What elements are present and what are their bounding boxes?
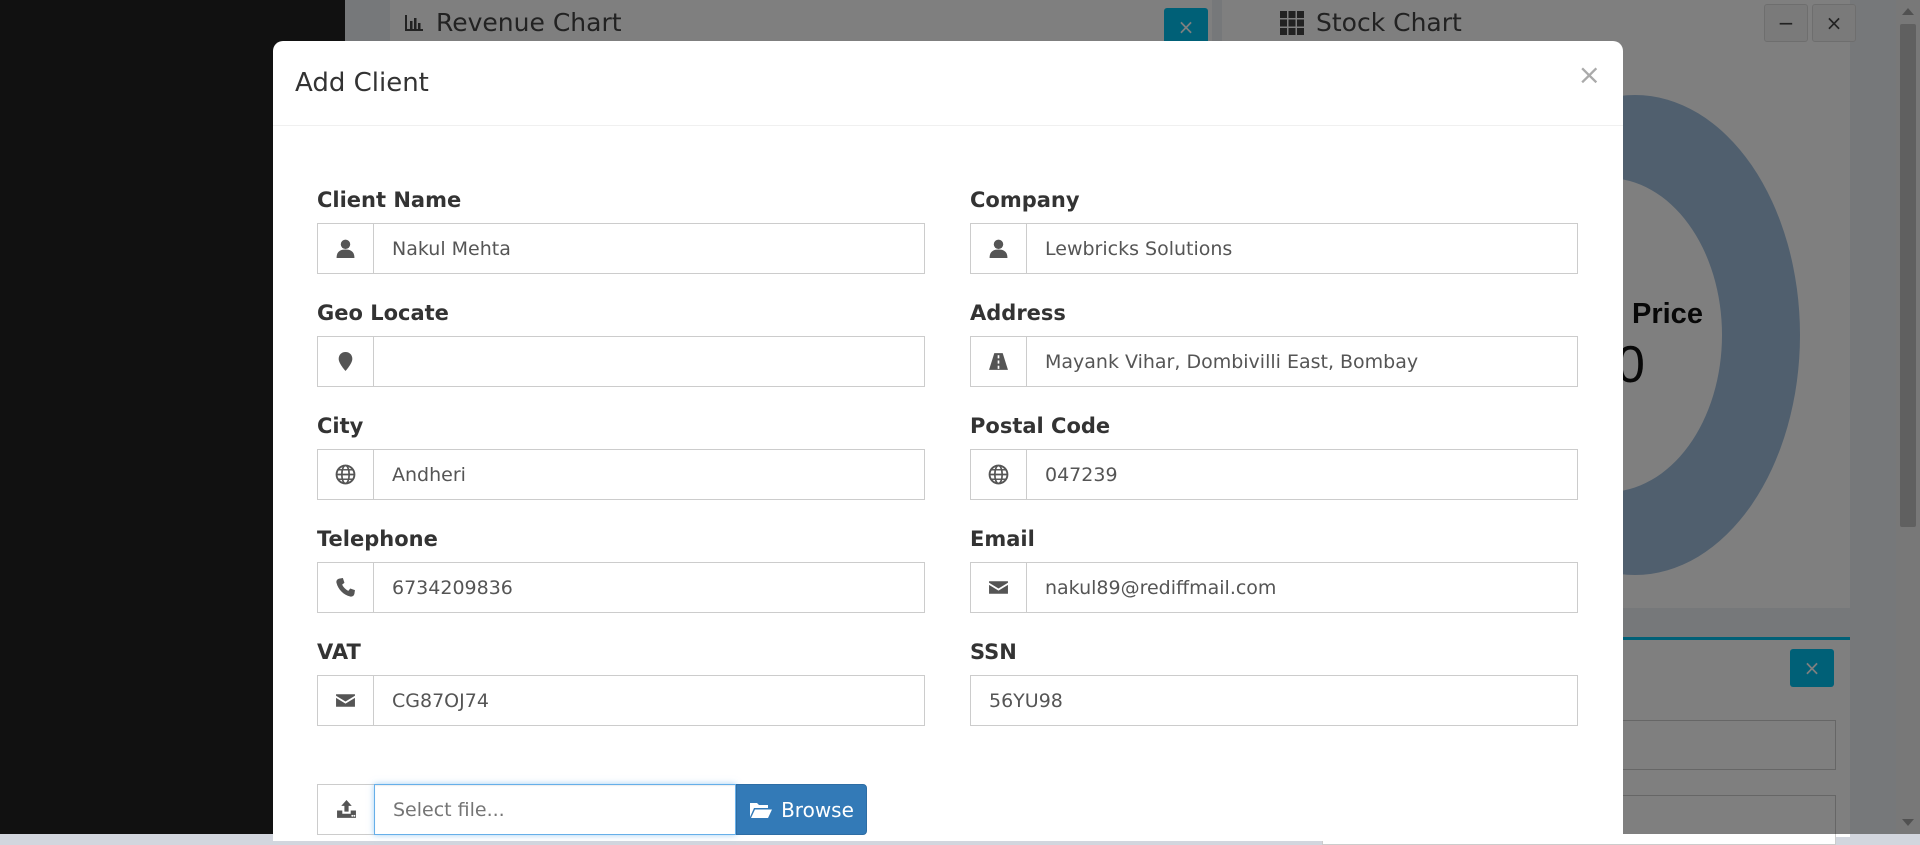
client-name-group [317, 223, 925, 274]
ssn-field: SSN [970, 640, 1578, 726]
vat-group [317, 675, 925, 726]
geo-locate-input[interactable] [374, 337, 924, 386]
upload-icon [317, 784, 374, 835]
vat-label: VAT [317, 640, 361, 664]
geo-locate-field: Geo Locate [317, 301, 925, 387]
company-field: Company [970, 188, 1578, 274]
city-group [317, 449, 925, 500]
company-group [970, 223, 1578, 274]
email-group [970, 562, 1578, 613]
postal-code-group [970, 449, 1578, 500]
postal-code-label: Postal Code [970, 414, 1111, 438]
file-input[interactable] [374, 784, 736, 835]
client-name-label: Client Name [317, 188, 462, 212]
client-name-input[interactable] [374, 224, 924, 273]
address-input[interactable] [1027, 337, 1577, 386]
company-input[interactable] [1027, 224, 1577, 273]
modal-title: Add Client [295, 68, 429, 98]
phone-icon [318, 563, 374, 612]
telephone-label: Telephone [317, 527, 438, 551]
email-label: Email [970, 527, 1035, 551]
address-field: Address [970, 301, 1578, 387]
user-icon [318, 224, 374, 273]
browse-button[interactable]: Browse [736, 784, 867, 835]
address-group [970, 336, 1578, 387]
telephone-input[interactable] [374, 563, 924, 612]
email-input[interactable] [1027, 563, 1577, 612]
folder-open-icon [750, 802, 773, 818]
postal-code-input[interactable] [1027, 450, 1577, 499]
vat-field: VAT [317, 640, 925, 726]
envelope-icon [318, 676, 374, 725]
postal-code-field: Postal Code [970, 414, 1578, 500]
ssn-group [970, 675, 1578, 726]
geo-locate-label: Geo Locate [317, 301, 449, 325]
road-icon [971, 337, 1027, 386]
city-input[interactable] [374, 450, 924, 499]
city-field: City [317, 414, 925, 500]
file-upload-group: Browse [317, 784, 867, 835]
address-label: Address [970, 301, 1066, 325]
company-label: Company [970, 188, 1080, 212]
ssn-input[interactable] [971, 676, 1577, 725]
city-label: City [317, 414, 364, 438]
modal-header: Add Client × [273, 41, 1623, 126]
vat-input[interactable] [374, 676, 924, 725]
globe-icon [318, 450, 374, 499]
map-marker-icon [318, 337, 374, 386]
user-icon [971, 224, 1027, 273]
envelope-icon [971, 563, 1027, 612]
client-name-field: Client Name [317, 188, 925, 274]
browse-label: Browse [781, 797, 854, 822]
email-field: Email [970, 527, 1578, 613]
globe-icon [971, 450, 1027, 499]
telephone-field: Telephone [317, 527, 925, 613]
add-client-modal: Add Client × Client Name Company Geo Loc… [273, 41, 1623, 841]
ssn-label: SSN [970, 640, 1017, 664]
geo-locate-group [317, 336, 925, 387]
telephone-group [317, 562, 925, 613]
close-icon[interactable]: × [1578, 61, 1601, 89]
